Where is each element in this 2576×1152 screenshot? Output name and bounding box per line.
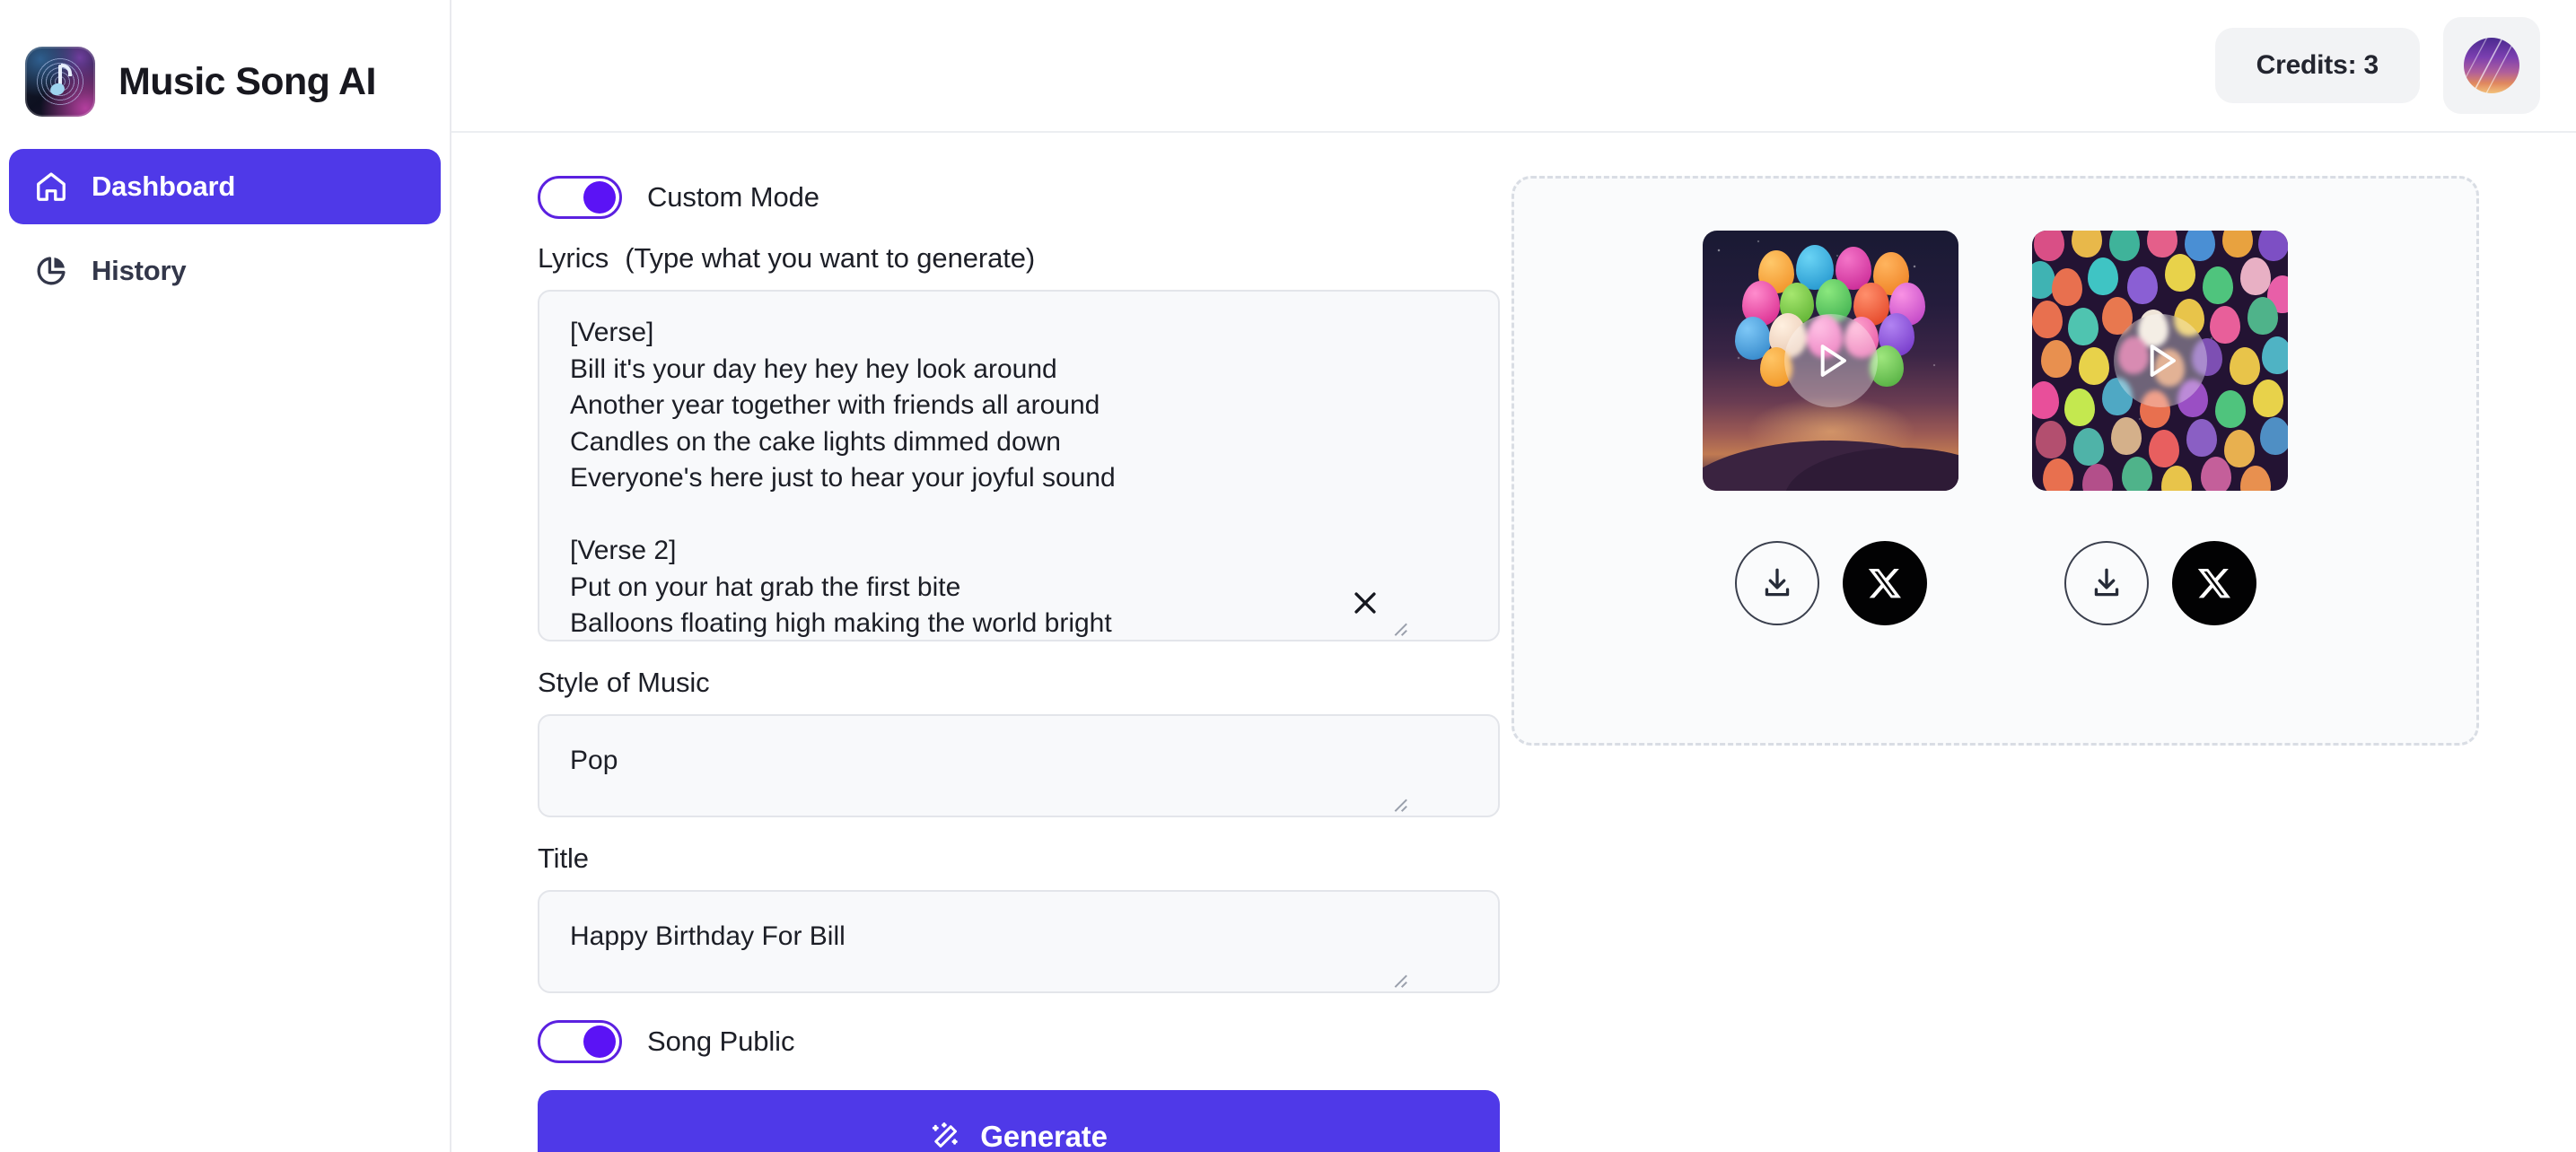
lyrics-hint: (Type what you want to generate): [625, 242, 1036, 274]
style-field-wrap: [538, 714, 1500, 817]
generate-button[interactable]: Generate: [538, 1090, 1500, 1152]
user-avatar: [2464, 38, 2519, 93]
custom-mode-toggle[interactable]: [538, 176, 622, 219]
style-input[interactable]: [538, 714, 1500, 817]
sidebar: Music Song AI Dashboard History: [0, 0, 451, 1152]
close-icon[interactable]: [1350, 588, 1380, 618]
topbar: Credits: 3: [451, 0, 2576, 133]
style-label: Style of Music: [538, 667, 710, 698]
avatar-button[interactable]: [2443, 17, 2540, 114]
credits-badge[interactable]: Credits: 3: [2214, 28, 2420, 103]
song-actions-1: [1703, 541, 1958, 625]
song-actions: [1703, 541, 2288, 625]
magic-wand-icon: [930, 1121, 962, 1152]
song-public-label: Song Public: [647, 1025, 795, 1057]
share-x-button-2[interactable]: [2171, 541, 2256, 625]
download-button-1[interactable]: [1734, 541, 1819, 625]
download-icon: [2088, 564, 2125, 602]
custom-mode-row: Custom Mode: [538, 176, 1415, 219]
song-actions-2: [2032, 541, 2288, 625]
song-thumbnails: [1703, 231, 2288, 491]
app-root: Music Song AI Dashboard History Credits:…: [0, 0, 2576, 1152]
title-input[interactable]: [538, 890, 1500, 993]
music-note-logo-icon: [25, 47, 95, 117]
generate-button-label: Generate: [980, 1120, 1108, 1152]
title-field-wrap: [538, 890, 1500, 993]
home-icon: [34, 170, 68, 204]
song-cover-1[interactable]: [1703, 231, 1958, 491]
share-x-button-1[interactable]: [1842, 541, 1927, 625]
lyrics-label: Lyrics (Type what you want to generate): [538, 242, 1415, 275]
x-twitter-icon: [2196, 565, 2232, 601]
song-public-toggle[interactable]: [538, 1020, 622, 1063]
lyrics-field-wrap: [538, 290, 1500, 641]
x-twitter-icon: [1867, 565, 1903, 601]
title-label: Title: [538, 842, 589, 874]
play-icon[interactable]: [2113, 314, 2207, 407]
lyrics-label-text: Lyrics: [538, 242, 609, 274]
sidebar-item-label: Dashboard: [92, 170, 236, 202]
results-panel: [1511, 176, 2479, 746]
sidebar-item-label: History: [92, 255, 187, 286]
download-button-2[interactable]: [2063, 541, 2149, 625]
song-form: Custom Mode Lyrics (Type what you want to…: [451, 176, 1500, 1152]
song-public-row: Song Public: [538, 1020, 1415, 1063]
brand-title: Music Song AI: [118, 59, 376, 103]
sidebar-item-history[interactable]: History: [9, 233, 441, 309]
pie-chart-icon: [34, 254, 68, 288]
dashboard-content: Custom Mode Lyrics (Type what you want to…: [451, 133, 2576, 1152]
play-icon[interactable]: [1783, 314, 1878, 407]
results-column: [1415, 176, 2576, 746]
sidebar-item-dashboard[interactable]: Dashboard: [9, 149, 441, 224]
custom-mode-label: Custom Mode: [647, 181, 819, 213]
download-icon: [1758, 564, 1796, 602]
brand: Music Song AI: [0, 0, 450, 136]
main-area: Credits: 3 Custom Mode Lyrics (Type what …: [451, 0, 2576, 1152]
sidebar-nav: Dashboard History: [0, 149, 450, 309]
song-cover-2[interactable]: [2032, 231, 2288, 491]
